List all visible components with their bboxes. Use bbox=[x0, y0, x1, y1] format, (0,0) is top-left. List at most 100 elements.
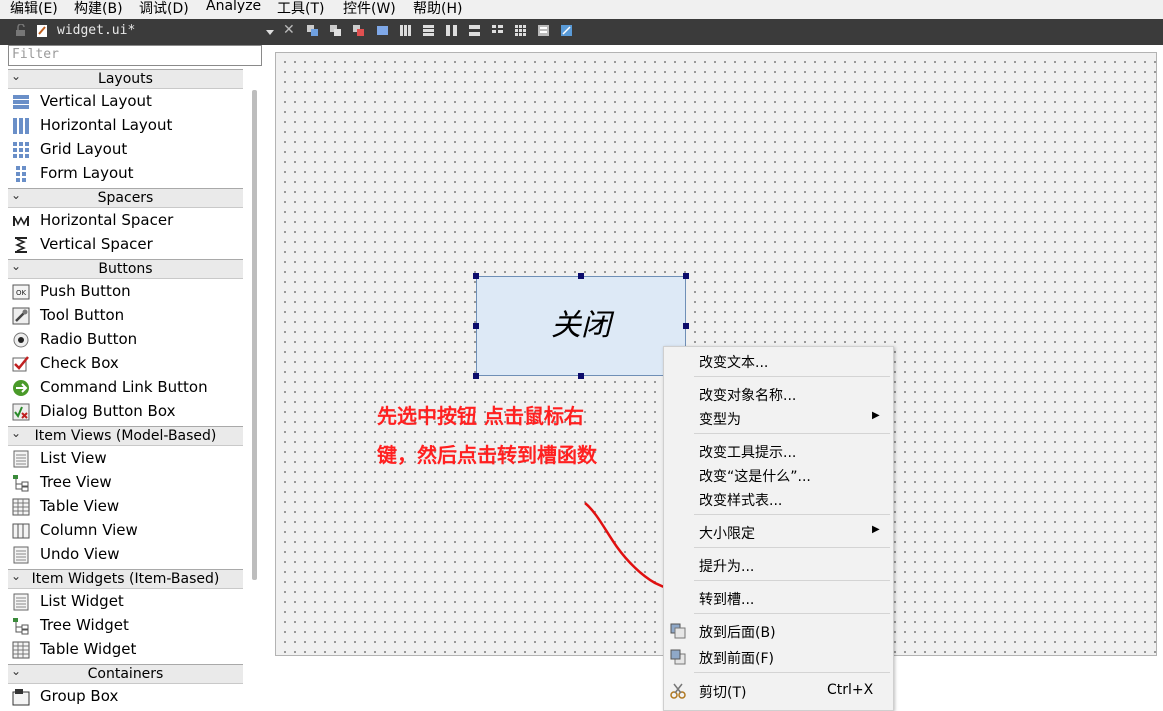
widget-item-tool-button[interactable]: Tool Button bbox=[8, 304, 243, 328]
tab-dropdown-icon[interactable] bbox=[265, 25, 278, 38]
editor-tab-title[interactable]: widget.ui* bbox=[57, 23, 135, 38]
widget-item-form-layout[interactable]: Form Layout bbox=[8, 162, 243, 186]
scissors-icon bbox=[670, 683, 686, 699]
widget-item-horizontal-spacer[interactable]: Horizontal Spacer bbox=[8, 209, 243, 233]
lock-icon[interactable] bbox=[14, 23, 27, 37]
menu-analyze[interactable]: Analyze bbox=[206, 0, 261, 14]
adjust-size-icon[interactable] bbox=[560, 24, 573, 37]
layout-horizontal-icon[interactable] bbox=[399, 24, 412, 37]
menu-help[interactable]: 帮助(H) bbox=[413, 0, 462, 18]
selection-handle[interactable] bbox=[473, 273, 479, 279]
menu-item-bring-to-front[interactable]: 放到前面(F) bbox=[664, 646, 893, 668]
check-box-icon bbox=[12, 355, 30, 373]
category-containers[interactable]: ⌄ Containers bbox=[8, 664, 243, 684]
widget-item-table-widget[interactable]: Table Widget bbox=[8, 638, 243, 662]
selection-handle[interactable] bbox=[473, 323, 479, 329]
undo-view-icon bbox=[12, 546, 30, 564]
widget-box-panel: Filter ⌄ Layouts Vertical Layout Horizon… bbox=[8, 45, 264, 711]
menu-item-change-tooltip[interactable]: 改变工具提示... bbox=[664, 440, 893, 462]
menu-separator bbox=[694, 613, 890, 614]
vertical-spacer-icon bbox=[12, 236, 30, 254]
widget-box-scrollbar[interactable] bbox=[252, 90, 257, 580]
selection-handle[interactable] bbox=[578, 273, 584, 279]
widget-item-tree-widget[interactable]: Tree Widget bbox=[8, 614, 243, 638]
widget-item-table-view[interactable]: Table View bbox=[8, 495, 243, 519]
selection-handle[interactable] bbox=[683, 273, 689, 279]
widget-item-check-box[interactable]: Check Box bbox=[8, 352, 243, 376]
layout-splitter-v-icon[interactable] bbox=[468, 24, 481, 37]
menu-item-go-to-slot[interactable]: 转到槽... bbox=[664, 587, 893, 609]
category-item-widgets[interactable]: ⌄ Item Widgets (Item-Based) bbox=[8, 569, 243, 589]
widget-item-push-button[interactable]: OK Push Button bbox=[8, 280, 243, 304]
radio-button-icon bbox=[12, 331, 30, 349]
dialog-button-box-icon bbox=[12, 403, 30, 421]
menu-item-label: 转到槽... bbox=[699, 592, 755, 608]
close-push-button[interactable]: 关闭 bbox=[476, 276, 686, 376]
widget-item-radio-button[interactable]: Radio Button bbox=[8, 328, 243, 352]
menu-tools[interactable]: 工具(T) bbox=[277, 0, 324, 18]
widget-item-vertical-layout[interactable]: Vertical Layout bbox=[8, 90, 243, 114]
selection-handle[interactable] bbox=[683, 323, 689, 329]
menu-widgets[interactable]: 控件(W) bbox=[343, 0, 396, 18]
selection-handle[interactable] bbox=[578, 373, 584, 379]
widget-item-column-view[interactable]: Column View bbox=[8, 519, 243, 543]
menu-item-label: 改变对象名称... bbox=[699, 388, 797, 404]
edit-buddies-icon[interactable] bbox=[352, 24, 365, 37]
widget-item-label: Vertical Layout bbox=[40, 92, 152, 110]
menu-item-cut[interactable]: 剪切(T) Ctrl+X bbox=[664, 680, 893, 702]
menu-edit[interactable]: 编辑(E) bbox=[10, 0, 58, 18]
edit-tab-order-icon[interactable] bbox=[376, 24, 389, 37]
menu-item-change-whats-this[interactable]: 改变“这是什么”... bbox=[664, 464, 893, 486]
widget-item-label: Dialog Button Box bbox=[40, 402, 176, 420]
widget-item-vertical-spacer[interactable]: Vertical Spacer bbox=[8, 233, 243, 257]
edit-signals-icon[interactable] bbox=[329, 24, 342, 37]
menu-item-label: 变型为 bbox=[699, 412, 741, 428]
widget-item-label: Horizontal Spacer bbox=[40, 211, 174, 229]
widget-item-label: Tool Button bbox=[40, 306, 125, 324]
category-item-views[interactable]: ⌄ Item Views (Model-Based) bbox=[8, 426, 243, 446]
annotation-line-1: 先选中按钮 点击鼠标右 bbox=[377, 404, 584, 428]
tab-close-icon[interactable]: ✕ bbox=[283, 22, 295, 38]
layout-splitter-h-icon[interactable] bbox=[445, 24, 458, 37]
tool-button-icon bbox=[12, 307, 30, 325]
widget-item-list-view[interactable]: List View bbox=[8, 447, 243, 471]
send-to-back-icon bbox=[670, 623, 686, 639]
selection-handle[interactable] bbox=[473, 373, 479, 379]
category-label: Buttons bbox=[98, 261, 153, 277]
widget-item-horizontal-layout[interactable]: Horizontal Layout bbox=[8, 114, 243, 138]
menu-item-morph-into[interactable]: 变型为 ▶ bbox=[664, 407, 893, 429]
tree-view-icon bbox=[12, 474, 30, 492]
widget-item-grid-layout[interactable]: Grid Layout bbox=[8, 138, 243, 162]
menu-item-change-text[interactable]: 改变文本... bbox=[664, 350, 893, 372]
menu-debug[interactable]: 调试(D) bbox=[139, 0, 189, 18]
category-buttons[interactable]: ⌄ Buttons bbox=[8, 259, 243, 279]
filter-input[interactable]: Filter bbox=[8, 45, 262, 66]
break-layout-icon[interactable] bbox=[537, 24, 550, 37]
layout-grid-icon[interactable] bbox=[514, 24, 527, 37]
widget-item-dialog-button-box[interactable]: Dialog Button Box bbox=[8, 400, 243, 424]
widget-item-list-widget[interactable]: List Widget bbox=[8, 590, 243, 614]
widget-item-label: Group Box bbox=[40, 687, 119, 705]
widget-item-tree-view[interactable]: Tree View bbox=[8, 471, 243, 495]
category-layouts[interactable]: ⌄ Layouts bbox=[8, 69, 243, 89]
document-edit-icon bbox=[36, 24, 49, 37]
menu-build[interactable]: 构建(B) bbox=[74, 0, 123, 18]
menu-item-shortcut: Ctrl+X bbox=[827, 682, 874, 698]
widget-item-command-link-button[interactable]: Command Link Button bbox=[8, 376, 243, 400]
category-label: Item Views (Model-Based) bbox=[34, 428, 217, 444]
menu-item-change-object-name[interactable]: 改变对象名称... bbox=[664, 383, 893, 405]
menu-item-size-constraints[interactable]: 大小限定 ▶ bbox=[664, 521, 893, 543]
menu-item-promote-to[interactable]: 提升为... bbox=[664, 554, 893, 576]
menu-item-change-stylesheet[interactable]: 改变样式表... bbox=[664, 488, 893, 510]
widget-item-undo-view[interactable]: Undo View bbox=[8, 543, 243, 567]
edit-widgets-icon[interactable] bbox=[306, 24, 319, 37]
list-view-icon bbox=[12, 450, 30, 468]
category-label: Containers bbox=[87, 666, 164, 682]
layout-vertical-icon[interactable] bbox=[422, 24, 435, 37]
widget-item-group-box[interactable]: Group Box bbox=[8, 685, 243, 709]
layout-form-icon[interactable] bbox=[491, 24, 504, 37]
category-label: Item Widgets (Item-Based) bbox=[31, 571, 220, 587]
category-spacers[interactable]: ⌄ Spacers bbox=[8, 188, 243, 208]
menu-item-send-to-back[interactable]: 放到后面(B) bbox=[664, 620, 893, 642]
widget-item-label: Table Widget bbox=[40, 640, 137, 658]
